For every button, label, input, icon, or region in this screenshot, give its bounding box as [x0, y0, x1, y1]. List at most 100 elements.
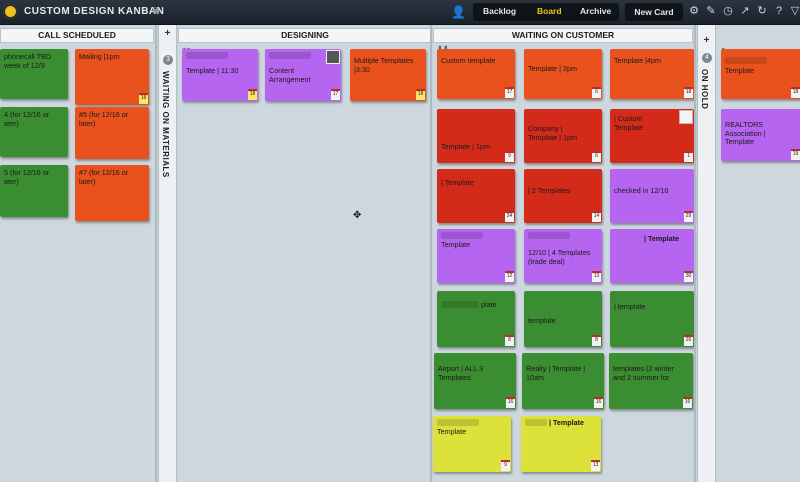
user-icon[interactable]: 👤	[451, 5, 467, 19]
due-date-badge: 1	[684, 151, 693, 162]
card[interactable]: Template | 2pm 6	[524, 49, 602, 99]
column-header-designing[interactable]: DESIGNING	[178, 28, 432, 43]
card-title: Custom template	[441, 56, 496, 65]
card[interactable]: Multiple Templates |3:30 18	[350, 49, 426, 101]
card-title: Template	[441, 240, 471, 249]
due-date-badge: 19	[791, 149, 800, 160]
card[interactable]: Template 9	[433, 416, 511, 472]
card-title: Content Arrangement	[269, 66, 311, 84]
due-date-badge: 16	[683, 397, 692, 408]
card[interactable]: 5 (for 12/16 or ater)	[0, 165, 68, 217]
card[interactable]: #7 (for 12/16 or later)	[75, 165, 149, 221]
due-date-badge: 18	[248, 89, 257, 100]
new-card-button[interactable]: New Card	[625, 3, 683, 21]
column-label-waiting-on-materials: WAITING ON MATERIALS	[161, 71, 170, 178]
due-date-badge: 18	[791, 87, 800, 98]
card-title: checked in 12/10	[614, 186, 669, 195]
redacted-text	[528, 232, 570, 239]
clock-icon[interactable]: ◷	[722, 5, 734, 17]
card[interactable]: | Template 13	[521, 416, 601, 472]
card[interactable]: Company | Template | 1pm 6	[524, 109, 602, 163]
card[interactable]: Template |4pm 18	[610, 49, 694, 99]
card-title: | template	[614, 302, 646, 311]
view-nav: Backlog Board Archive	[473, 3, 619, 21]
card[interactable]: | Custom Template 1	[610, 109, 694, 163]
due-date-badge: 18	[684, 87, 693, 98]
history-icon[interactable]: ↻	[756, 5, 768, 17]
card-title: Template |4pm	[614, 56, 662, 65]
due-date-badge: 16	[506, 397, 515, 408]
column-header-call-scheduled[interactable]: CALL SCHEDULED	[0, 28, 154, 43]
due-date-badge: 17	[331, 89, 340, 100]
card-title: #7 (for 12/16 or later)	[79, 168, 129, 186]
card-title: REALTORS Association | Template	[725, 120, 766, 146]
card-title: Company | Template | 1pm	[528, 124, 578, 142]
due-date-badge: 29	[684, 211, 693, 222]
settings-icon[interactable]: ⚙	[688, 5, 700, 17]
due-date-badge: 8	[505, 335, 514, 346]
nav-backlog[interactable]: Backlog	[483, 6, 516, 16]
card-title: Airport | ALL 3 Templates	[438, 364, 484, 382]
card[interactable]: 4 (for 12/16 or ater)	[0, 107, 68, 157]
card[interactable]: REALTORS Association | Template 19	[721, 109, 800, 161]
card[interactable]: Mailing |1pm 18	[75, 49, 149, 105]
due-date-badge: 13	[591, 460, 600, 471]
card-count-badge: 3	[163, 55, 173, 65]
card[interactable]: Content Arrangement 17	[265, 49, 341, 101]
card-title: Multiple Templates |3:30	[354, 56, 414, 74]
redacted-text	[186, 52, 228, 59]
column-waiting-on-materials[interactable]: + 3 WAITING ON MATERIALS	[158, 25, 177, 482]
card[interactable]: templates (2 winter and 2 summer for 16	[609, 353, 693, 409]
nav-archive[interactable]: Archive	[580, 6, 611, 16]
card-title: | Template	[644, 234, 680, 243]
card-title: plate	[481, 300, 497, 309]
due-date-badge: 18	[416, 89, 425, 100]
card[interactable]: Template | 1pm 9	[437, 109, 515, 163]
redacted-text	[269, 52, 311, 59]
move-cursor-icon: ✥	[353, 210, 362, 221]
card-title: Template	[437, 427, 467, 436]
kanban-board: CALL SCHEDULED phonecall TBD week of 12/…	[0, 25, 800, 482]
card-title: Mailing |1pm	[79, 52, 120, 61]
column-divider	[430, 25, 432, 482]
card-title: 5 (for 12/16 or ater)	[4, 168, 50, 186]
add-card-icon[interactable]: +	[698, 35, 715, 46]
column-on-hold[interactable]: + 4 ON HOLD	[697, 25, 716, 482]
card[interactable]: | Template 24	[437, 169, 515, 223]
card[interactable]: Custom template 17	[437, 49, 515, 99]
due-date-badge: 14	[592, 211, 601, 222]
card-title: Template	[725, 66, 755, 75]
filter-icon[interactable]: ▽	[789, 5, 800, 17]
redacted-text	[441, 301, 479, 308]
card[interactable]: template 8	[524, 291, 602, 347]
avatar	[326, 50, 340, 64]
card[interactable]: Template | 11:30 18	[182, 49, 258, 101]
card[interactable]: Realty | Template | 10am 16	[522, 353, 604, 409]
card[interactable]: #5 (for 12/16 or later)	[75, 107, 149, 159]
nav-board[interactable]: Board	[537, 6, 562, 16]
card[interactable]: plate 8	[437, 291, 515, 347]
help-icon[interactable]: ?	[773, 5, 785, 17]
card[interactable]: | 2 Templates 14	[524, 169, 602, 223]
card-title: | Template	[441, 178, 474, 187]
due-date-badge: 30	[684, 271, 693, 282]
card[interactable]: checked in 12/10 29	[610, 169, 694, 223]
card[interactable]: Template 18	[721, 49, 800, 99]
card-title: | 2 Templates	[528, 186, 571, 195]
card[interactable]: Template 12	[437, 229, 515, 283]
card[interactable]: 12/10 | 4 Templates (trade deal) 13	[524, 229, 602, 283]
card[interactable]: phonecall TBD week of 12/9	[0, 49, 68, 99]
rss-icon[interactable]: ◉	[152, 6, 161, 15]
due-date-badge: 17	[505, 87, 514, 98]
redacted-text	[725, 57, 767, 64]
chart-icon[interactable]: ↗	[739, 5, 751, 17]
column-header-waiting-on-customer[interactable]: WAITING ON CUSTOMER	[433, 28, 693, 43]
card-title: | Custom Template	[614, 114, 644, 132]
card[interactable]: | Template 30	[610, 229, 694, 283]
card[interactable]: Airport | ALL 3 Templates 16	[434, 353, 516, 409]
add-card-icon[interactable]: +	[159, 28, 176, 39]
card[interactable]: | template 26	[610, 291, 694, 347]
edit-icon[interactable]: ✎	[705, 5, 717, 17]
column-label-on-hold: ON HOLD	[700, 69, 709, 110]
due-date-badge: 9	[505, 151, 514, 162]
